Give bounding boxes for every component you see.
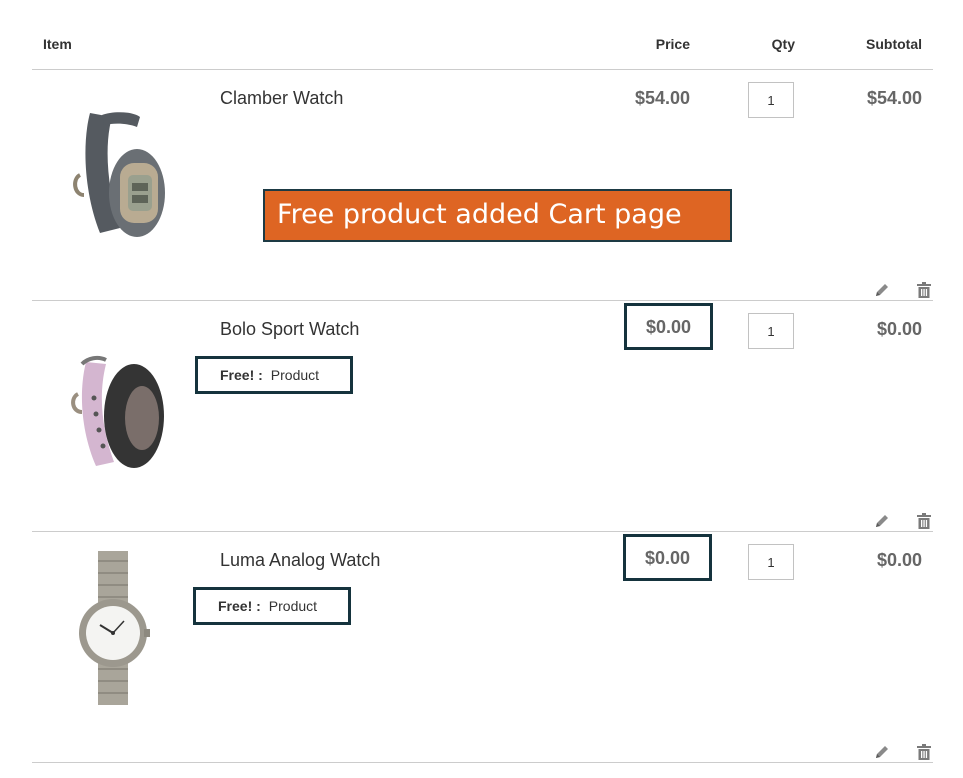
divider <box>32 762 933 763</box>
column-header-price: Price <box>655 36 690 52</box>
item-price: $0.00 <box>623 534 712 581</box>
trash-icon <box>917 744 931 760</box>
edit-item-button[interactable] <box>873 281 891 299</box>
delete-item-button[interactable] <box>915 512 933 530</box>
item-subtotal: $54.00 <box>866 88 922 108</box>
qty-input[interactable] <box>748 544 794 580</box>
pencil-icon <box>876 746 888 758</box>
delete-item-button[interactable] <box>915 743 933 761</box>
column-header-qty: Qty <box>771 36 795 52</box>
free-product-option: Free! : Product <box>195 356 353 394</box>
qty-input[interactable] <box>748 313 794 349</box>
column-header-item: Item <box>43 36 72 52</box>
annotation-banner: Free product added Cart page <box>263 189 732 242</box>
product-name-link[interactable]: Luma Analog Watch <box>220 550 380 571</box>
free-product-option: Free! : Product <box>193 587 351 625</box>
product-name-link[interactable]: Clamber Watch <box>220 88 343 109</box>
item-subtotal: $0.00 <box>876 550 922 570</box>
cart-row: Bolo Sport Watch Free! : Product $0.00 $0… <box>0 300 963 531</box>
edit-item-button[interactable] <box>873 743 891 761</box>
pencil-icon <box>876 515 888 527</box>
trash-icon <box>917 282 931 298</box>
edit-item-button[interactable] <box>873 512 891 530</box>
column-header-subtotal: Subtotal <box>866 36 922 52</box>
option-value: Product <box>268 598 318 614</box>
product-name-link[interactable]: Bolo Sport Watch <box>220 319 359 340</box>
item-price: $0.00 <box>624 303 713 350</box>
cart-row: Clamber Watch $54.00 $54.00 <box>0 69 963 300</box>
cart-row: Luma Analog Watch Free! : Product $0.00 $… <box>0 531 963 762</box>
delete-item-button[interactable] <box>915 281 933 299</box>
item-price: $54.00 <box>634 88 690 108</box>
product-image[interactable] <box>42 83 182 243</box>
product-image[interactable] <box>42 314 182 474</box>
option-label: Free! : <box>218 598 261 614</box>
item-subtotal: $0.00 <box>876 319 922 339</box>
product-image[interactable] <box>42 545 182 705</box>
option-value: Product <box>270 367 320 383</box>
option-label: Free! : <box>220 367 263 383</box>
trash-icon <box>917 513 931 529</box>
qty-input[interactable] <box>748 82 794 118</box>
pencil-icon <box>876 284 888 296</box>
